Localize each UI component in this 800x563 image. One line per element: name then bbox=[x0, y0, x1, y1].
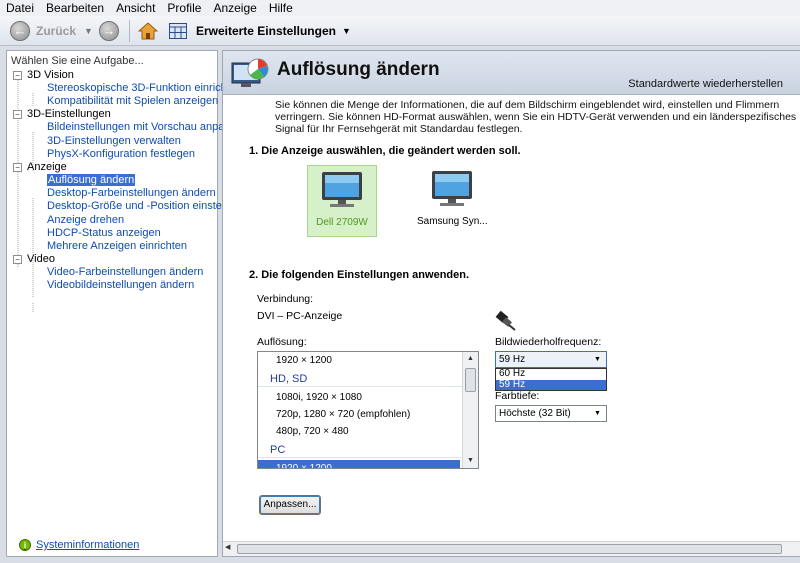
task-panel-title: Wählen Sie eine Aufgabe... bbox=[11, 55, 144, 67]
resolution-scrollbar[interactable]: ▲ ▼ bbox=[462, 352, 478, 468]
tree-category-3d-vision[interactable]: −3D Vision bbox=[11, 69, 215, 82]
display-dell[interactable]: Dell 2709W bbox=[307, 165, 377, 237]
customize-button[interactable]: Anpassen... bbox=[259, 495, 321, 515]
tree-item-change-resolution[interactable]: Auflösung ändern bbox=[11, 173, 215, 187]
display-samsung[interactable]: Samsung Syn... bbox=[417, 165, 488, 237]
tree-item-preview-settings[interactable]: Bildeinstellungen mit Vorschau anpassen bbox=[11, 121, 248, 134]
menu-bearbeiten[interactable]: Bearbeiten bbox=[46, 1, 104, 15]
tree-category-3d-settings[interactable]: −3D-Einstellungen bbox=[11, 108, 215, 121]
page-header: Auflösung ändern Standardwerte wiederher… bbox=[223, 51, 800, 95]
tree-item-game-compat[interactable]: Kompatibilität mit Spielen anzeigen bbox=[11, 95, 218, 108]
horizontal-scrollbar[interactable]: ◀ bbox=[223, 541, 800, 556]
collapse-toggle-icon[interactable]: − bbox=[13, 255, 22, 265]
chevron-down-icon[interactable]: ▼ bbox=[591, 353, 604, 366]
resolution-option[interactable]: 1920 × 1200 bbox=[258, 352, 478, 369]
tree-category-display[interactable]: − Anzeige bbox=[11, 161, 215, 174]
tree-item-hdcp[interactable]: HDCP-Status anzeigen bbox=[11, 227, 215, 240]
back-arrow-icon[interactable]: ← bbox=[10, 20, 30, 41]
toolbar: ← Zurück ▼ → Erweiterte Einstellungen ▼ bbox=[0, 16, 800, 46]
restore-defaults-link[interactable]: Standardwerte wiederherstellen bbox=[628, 78, 783, 90]
page-title: Auflösung ändern bbox=[277, 59, 440, 80]
monitor-icon bbox=[322, 172, 362, 207]
back-button[interactable]: Zurück bbox=[36, 24, 76, 38]
menu-datei[interactable]: Datei bbox=[6, 1, 34, 15]
resolution-group-header: HD, SD bbox=[258, 371, 474, 387]
tree-item-rotate-display[interactable]: Anzeige drehen bbox=[11, 214, 215, 227]
tree-item-manage-3d[interactable]: 3D-Einstellungen verwalten bbox=[11, 135, 215, 148]
refresh-option-highlighted[interactable]: 59 Hz bbox=[496, 379, 606, 390]
resolution-option[interactable]: 480p, 720 × 480 bbox=[258, 423, 478, 440]
menu-ansicht[interactable]: Ansicht bbox=[116, 1, 155, 15]
menu-bar: Datei Bearbeiten Ansicht Profile Anzeige… bbox=[0, 0, 800, 16]
resolution-option[interactable]: 720p, 1280 × 720 (empfohlen) bbox=[258, 406, 478, 423]
resolution-option[interactable]: 1080i, 1920 × 1080 bbox=[258, 389, 478, 406]
color-depth-label: Farbtiefe: bbox=[495, 390, 540, 402]
collapse-toggle-icon[interactable]: − bbox=[13, 162, 22, 172]
scroll-up-icon[interactable]: ▲ bbox=[463, 352, 478, 366]
collapse-toggle-icon[interactable]: − bbox=[13, 110, 22, 120]
resolution-option-selected[interactable]: 1920 × 1200 bbox=[258, 460, 460, 468]
display-resolution-icon bbox=[231, 57, 271, 89]
resolution-listbox[interactable]: 1920 × 1200 HD, SD 1080i, 1920 × 1080 72… bbox=[257, 351, 479, 469]
display-label: Dell 2709W bbox=[316, 217, 368, 228]
tree-item-physx[interactable]: PhysX-Konfiguration festlegen bbox=[11, 148, 215, 161]
menu-profile[interactable]: Profile bbox=[167, 1, 201, 15]
toolbar-divider bbox=[128, 19, 130, 42]
connection-value: DVI – PC-Anzeige bbox=[257, 310, 343, 322]
color-depth-select[interactable]: Höchste (32 Bit) ▼ bbox=[495, 405, 607, 422]
resolution-group-header: PC bbox=[258, 442, 474, 458]
tree-item-desktop-size[interactable]: Desktop-Größe und -Position einstellen bbox=[11, 200, 239, 213]
step1-heading: 1. Die Anzeige auswählen, die geändert w… bbox=[249, 145, 521, 157]
scroll-left-icon[interactable]: ◀ bbox=[225, 543, 230, 551]
advanced-settings-button[interactable]: Erweiterte Einstellungen bbox=[196, 24, 336, 38]
tree-item-video-color[interactable]: Video-Farbeinstellungen ändern bbox=[11, 266, 215, 279]
refresh-option[interactable]: 60 Hz bbox=[496, 368, 606, 380]
dvi-connector-icon bbox=[495, 309, 517, 334]
scroll-thumb[interactable] bbox=[465, 368, 476, 392]
tree-category-video[interactable]: − Video bbox=[11, 253, 215, 266]
forward-arrow-icon[interactable]: → bbox=[98, 20, 119, 41]
refresh-rate-dropdown-list: 60 Hz 59 Hz bbox=[495, 368, 607, 391]
advanced-settings-icon[interactable] bbox=[168, 22, 188, 40]
tree-item-multiple-displays[interactable]: Mehrere Anzeigen einrichten bbox=[11, 240, 215, 253]
tree-item-stereo-3d[interactable]: Stereoskopische 3D-Funktion einrichten bbox=[11, 82, 242, 95]
task-panel: Wählen Sie eine Aufgabe... −3D Vision St… bbox=[6, 50, 248, 557]
tree-item-desktop-color[interactable]: Desktop-Farbeinstellungen ändern bbox=[11, 187, 216, 200]
back-history-chevron-icon[interactable]: ▼ bbox=[84, 26, 93, 36]
resolution-label: Auflösung: bbox=[257, 336, 307, 348]
collapse-toggle-icon[interactable]: − bbox=[13, 71, 22, 80]
tree-item-video-image[interactable]: Videobildeinstellungen ändern bbox=[11, 279, 215, 292]
scroll-down-icon[interactable]: ▼ bbox=[463, 454, 478, 468]
nvidia-info-icon: i bbox=[19, 539, 31, 551]
connection-label: Verbindung: bbox=[257, 293, 314, 305]
chevron-down-icon[interactable]: ▼ bbox=[591, 407, 604, 420]
refresh-rate-label: Bildwiederholfrequenz: bbox=[495, 336, 602, 348]
home-icon[interactable] bbox=[137, 21, 158, 41]
menu-anzeige[interactable]: Anzeige bbox=[213, 1, 256, 15]
refresh-rate-select[interactable]: 59 Hz ▼ bbox=[495, 351, 607, 368]
monitor-icon bbox=[432, 171, 472, 206]
system-info-link[interactable]: i Systeminformationen bbox=[19, 539, 139, 551]
menu-hilfe[interactable]: Hilfe bbox=[269, 1, 293, 15]
scroll-thumb[interactable] bbox=[237, 544, 782, 554]
page-description: Sie können die Menge der Informationen, … bbox=[275, 99, 797, 135]
chevron-down-icon[interactable]: ▼ bbox=[342, 26, 351, 36]
display-label: Samsung Syn... bbox=[417, 216, 488, 227]
content-panel: Auflösung ändern Standardwerte wiederher… bbox=[222, 50, 800, 557]
step2-heading: 2. Die folgenden Einstellungen anwenden. bbox=[249, 269, 470, 281]
